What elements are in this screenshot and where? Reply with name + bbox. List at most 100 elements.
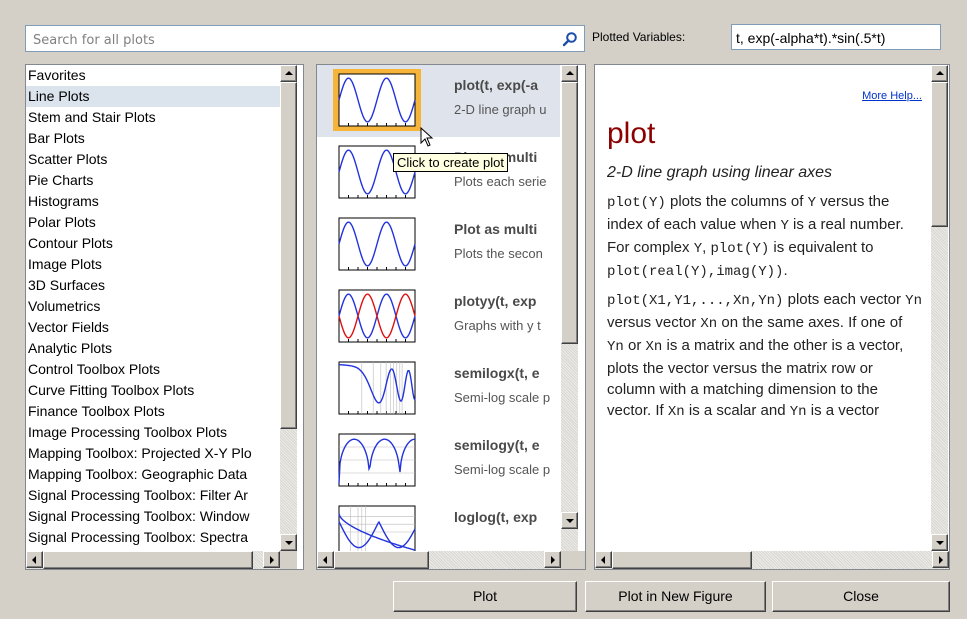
scroll-right-button[interactable]: [544, 551, 561, 568]
arrow-left-icon: [32, 556, 36, 564]
category-item[interactable]: Finance Toolbox Plots: [26, 401, 280, 422]
scroll-thumb[interactable]: [561, 82, 578, 344]
category-item[interactable]: Scatter Plots: [26, 149, 280, 170]
category-item[interactable]: Control Toolbox Plots: [26, 359, 280, 380]
plot-name: plotyy(t, exp: [454, 293, 537, 309]
plotted-variables-field[interactable]: [731, 24, 942, 50]
category-item[interactable]: Signal Processing Toolbox: Filter Ar: [26, 485, 280, 506]
scroll-down-button[interactable]: [280, 534, 297, 551]
plot-vertical-scrollbar[interactable]: [561, 65, 578, 551]
help-subtitle: 2-D line graph using linear axes: [607, 164, 833, 181]
plot-row[interactable]: Plot as multiPlots each serie: [317, 137, 560, 209]
scroll-left-button[interactable]: [317, 551, 334, 568]
plot-description: Semi-log scale p: [454, 390, 551, 405]
search-box[interactable]: [25, 25, 585, 52]
category-item[interactable]: Line Plots: [26, 86, 280, 107]
scroll-down-button[interactable]: [931, 534, 948, 551]
scroll-thumb[interactable]: [931, 82, 948, 227]
category-item[interactable]: Contour Plots: [26, 233, 280, 254]
category-item[interactable]: Pie Charts: [26, 170, 280, 191]
plot-description: 2-D line graph u: [454, 102, 547, 117]
scroll-left-button[interactable]: [26, 551, 43, 568]
plot-row[interactable]: Plot as multi Plots the secon: [317, 209, 560, 281]
plot-name: loglog(t, exp: [454, 509, 538, 525]
plot-thumbnail[interactable]: [333, 285, 421, 347]
plot-name: semilogx(t, e: [454, 365, 540, 381]
plot-horizontal-scrollbar[interactable]: [317, 551, 561, 569]
scroll-up-button[interactable]: [931, 65, 948, 82]
help-horizontal-scrollbar[interactable]: [595, 551, 949, 569]
plot-thumbnail[interactable]: [333, 429, 421, 491]
code-text: Y: [780, 218, 789, 234]
scrollbar-corner: [561, 551, 585, 569]
category-item[interactable]: 3D Surfaces: [26, 275, 280, 296]
help-text: is a scalar and: [684, 402, 790, 419]
arrow-left-icon: [601, 556, 605, 564]
search-icon[interactable]: [562, 31, 578, 47]
plotted-variables-input[interactable]: [734, 29, 942, 47]
close-button[interactable]: Close: [772, 581, 950, 612]
category-item[interactable]: Image Processing Toolbox Plots: [26, 422, 280, 443]
help-text: .: [783, 262, 788, 279]
plot-thumbnail[interactable]: [333, 357, 421, 419]
plot-row[interactable]: plot(t, exp(-a 2-D line graph u: [317, 65, 560, 137]
category-horizontal-scrollbar[interactable]: [26, 551, 280, 569]
help-vertical-scrollbar[interactable]: [931, 65, 948, 551]
scroll-down-button[interactable]: [561, 512, 578, 529]
help-text: on the same axes. If one of: [717, 314, 903, 331]
category-item[interactable]: Mapping Toolbox: Projected X-Y Plo: [26, 443, 280, 464]
scroll-thumb[interactable]: [612, 551, 752, 569]
category-item[interactable]: Mapping Toolbox: Geographic Data: [26, 464, 280, 485]
plot-thumbnail[interactable]: [333, 69, 421, 131]
plot-row[interactable]: semilogy(t, e Semi-log scale p: [317, 425, 560, 497]
category-item[interactable]: Bar Plots: [26, 128, 280, 149]
scroll-left-button[interactable]: [595, 551, 612, 568]
category-item[interactable]: Volumetrics: [26, 296, 280, 317]
category-item[interactable]: Polar Plots: [26, 212, 280, 233]
code-text: Y: [807, 195, 816, 211]
scrollbar-corner: [280, 551, 297, 569]
help-content: More Help... plot 2-D line graph using l…: [607, 65, 922, 423]
plot-in-new-figure-button[interactable]: Plot in New Figure: [585, 581, 766, 612]
arrow-up-icon: [936, 71, 944, 75]
scroll-right-button[interactable]: [932, 551, 949, 568]
scroll-thumb[interactable]: [280, 82, 297, 429]
code-text: Yn: [905, 293, 922, 309]
plotted-variables-label: Plotted Variables:: [592, 30, 686, 44]
search-input[interactable]: [31, 30, 555, 50]
category-item[interactable]: Histograms: [26, 191, 280, 212]
code-text: Yn: [607, 339, 624, 355]
plot-thumbnail[interactable]: [333, 141, 421, 203]
plot-row[interactable]: semilogx(t, e Semi-log scale p: [317, 353, 560, 425]
scroll-thumb[interactable]: [43, 551, 253, 569]
code-text: plot(real(Y),imag(Y)): [607, 264, 784, 280]
category-item[interactable]: Stem and Stair Plots: [26, 107, 280, 128]
code-text: plot(X1,Y1,...,Xn,Yn): [607, 293, 784, 309]
category-item[interactable]: Analytic Plots: [26, 338, 280, 359]
code-text: Xn: [700, 316, 718, 332]
more-help-link[interactable]: More Help...: [862, 90, 922, 102]
arrow-up-icon: [566, 71, 574, 75]
scroll-thumb[interactable]: [334, 551, 429, 569]
scroll-up-button[interactable]: [280, 65, 297, 82]
arrow-up-icon: [285, 71, 293, 75]
scroll-up-button[interactable]: [561, 65, 578, 82]
code-text: Xn: [645, 339, 663, 355]
scroll-right-button[interactable]: [263, 551, 280, 568]
category-item[interactable]: Curve Fitting Toolbox Plots: [26, 380, 280, 401]
help-link-row: More Help...: [607, 84, 922, 102]
code-text: plot(Y): [710, 241, 770, 257]
tooltip: Click to create plot: [393, 153, 508, 172]
plot-button[interactable]: Plot: [393, 581, 577, 612]
category-item[interactable]: Favorites: [26, 65, 280, 86]
category-item[interactable]: Signal Processing Toolbox: Window: [26, 506, 280, 527]
category-item[interactable]: Image Plots: [26, 254, 280, 275]
plot-row[interactable]: plotyy(t, exp Graphs with y t: [317, 281, 560, 353]
plot-thumbnail[interactable]: [333, 213, 421, 275]
code-text: Xn: [667, 404, 685, 420]
category-vertical-scrollbar[interactable]: [280, 65, 297, 551]
category-item[interactable]: Vector Fields: [26, 317, 280, 338]
plot-description: Semi-log scale p: [454, 462, 551, 477]
category-item[interactable]: Signal Processing Toolbox: Spectra: [26, 527, 280, 548]
plot-description: Plots each serie: [454, 174, 547, 189]
